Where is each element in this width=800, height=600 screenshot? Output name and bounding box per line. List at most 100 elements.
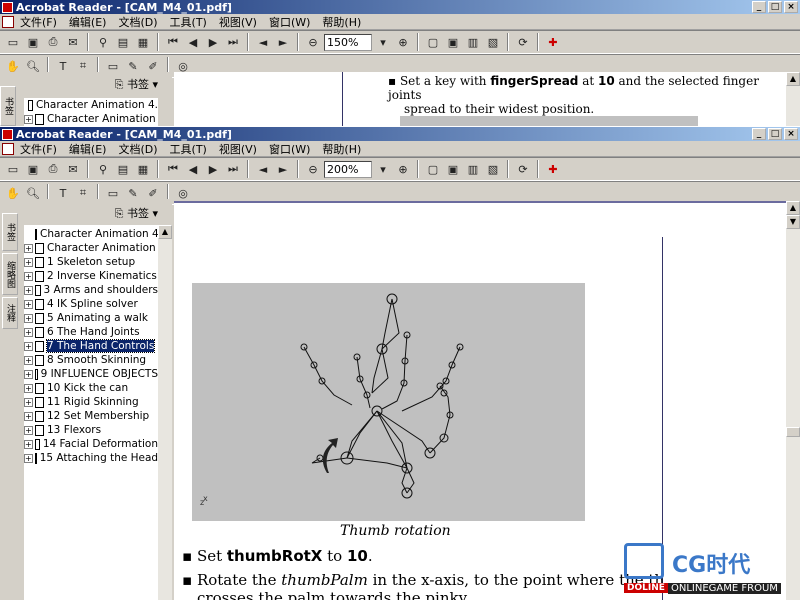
fit-page-icon[interactable]: ▣ [444, 160, 462, 178]
email-icon[interactable]: ✉ [64, 33, 82, 51]
expand-icon[interactable]: + [24, 439, 33, 449]
find-icon[interactable]: ⚲ [94, 33, 112, 51]
tree-item[interactable]: + Character Animation [24, 241, 158, 255]
tree-item[interactable]: +7 The Hand Controls [24, 339, 158, 353]
rotate-icon[interactable]: ⟳ [514, 160, 532, 178]
fit-width-icon[interactable]: ▥ [464, 33, 482, 51]
maximize-button[interactable]: □ [768, 1, 782, 13]
tree-item[interactable]: + Character Animation [24, 112, 158, 126]
bookmarks-options-icon[interactable]: ⎘ [115, 207, 127, 220]
menu-file[interactable]: 文件(F) [20, 14, 57, 30]
stamp-tool-icon[interactable]: ◎ [174, 184, 192, 202]
back-icon[interactable]: ◄ [254, 160, 272, 178]
menu-window[interactable]: 窗口(W) [269, 14, 310, 30]
tree-item[interactable]: +2 Inverse Kinematics [24, 269, 158, 283]
menu-file[interactable]: 文件(F) [20, 141, 57, 157]
expand-icon[interactable]: + [24, 453, 33, 463]
expand-icon[interactable]: + [24, 313, 33, 323]
first-page-icon[interactable]: ⏮ [164, 33, 182, 51]
zoom-field[interactable]: 200% [324, 160, 372, 178]
tree-item[interactable]: +9 INFLUENCE OBJECTS [24, 367, 158, 381]
first-page-icon[interactable]: ⏮ [164, 160, 182, 178]
forward-icon[interactable]: ► [274, 33, 292, 51]
thumbs-icon[interactable]: ▦ [134, 33, 152, 51]
tree-item[interactable]: +13 Flexors [24, 423, 158, 437]
expand-icon[interactable]: + [24, 425, 33, 435]
tree-item[interactable]: +15 Attaching the Head [24, 451, 158, 465]
rotate-icon[interactable]: ⟳ [514, 33, 532, 51]
menu-tools[interactable]: 工具(T) [170, 141, 207, 157]
tree-item[interactable]: Character Animation 4. [24, 227, 162, 241]
tree-item[interactable]: +12 Set Membership [24, 409, 158, 423]
actual-size-icon[interactable]: ▢ [424, 33, 442, 51]
email-icon[interactable]: ✉ [64, 160, 82, 178]
fit-page-icon[interactable]: ▣ [444, 33, 462, 51]
acrobat-help-icon[interactable]: ✚ [544, 33, 562, 51]
prev-page-icon[interactable]: ◀ [184, 160, 202, 178]
prev-page-icon[interactable]: ◀ [184, 33, 202, 51]
menu-edit[interactable]: 编辑(E) [69, 141, 107, 157]
bookmarks-options-icon[interactable]: ⎘ [115, 78, 127, 91]
menu-help[interactable]: 帮助(H) [322, 141, 361, 157]
nav-scrollbar[interactable]: ▲ [158, 225, 172, 600]
vertical-scrollbar[interactable]: ▲ ▼ [786, 201, 800, 600]
bookmarks-header[interactable]: ⎘ 书签 ▾ [115, 76, 158, 92]
scroll-up-icon[interactable]: ▲ [786, 201, 800, 215]
expand-icon[interactable]: + [24, 369, 33, 379]
zoom-dropdown-icon[interactable]: ▾ [374, 33, 392, 51]
close-button[interactable]: × [784, 1, 798, 13]
menu-tools[interactable]: 工具(T) [170, 14, 207, 30]
minimize-button[interactable]: _ [752, 128, 766, 140]
menu-document[interactable]: 文档(D) [118, 141, 157, 157]
expand-icon[interactable]: + [24, 257, 33, 267]
tree-item[interactable]: +6 The Hand Joints [24, 325, 158, 339]
expand-icon[interactable]: + [24, 271, 33, 281]
tree-item[interactable]: +11 Rigid Skinning [24, 395, 158, 409]
maximize-button[interactable]: □ [768, 128, 782, 140]
expand-icon[interactable]: + [24, 355, 33, 365]
tab-bookmarks[interactable]: 书签 [2, 213, 18, 251]
tab-bookmarks[interactable]: 书签 [0, 86, 16, 126]
tree-item[interactable]: +4 IK Spline solver [24, 297, 158, 311]
open-icon[interactable]: ▭ [4, 160, 22, 178]
next-page-icon[interactable]: ▶ [204, 160, 222, 178]
expand-icon[interactable]: + [24, 243, 33, 253]
expand-icon[interactable]: + [24, 285, 33, 295]
menu-view[interactable]: 视图(V) [219, 14, 257, 30]
menu-edit[interactable]: 编辑(E) [69, 14, 107, 30]
zoom-in-icon[interactable]: ⊕ [394, 33, 412, 51]
print-icon[interactable]: ⎙ [44, 33, 62, 51]
tree-item[interactable]: +8 Smooth Skinning [24, 353, 158, 367]
menu-view[interactable]: 视图(V) [219, 141, 257, 157]
last-page-icon[interactable]: ⏭ [224, 33, 242, 51]
tree-item[interactable]: +1 Skeleton setup [24, 255, 158, 269]
menu-document[interactable]: 文档(D) [118, 14, 157, 30]
back-icon[interactable]: ◄ [254, 33, 272, 51]
thumbs-icon[interactable]: ▦ [134, 160, 152, 178]
nav-pane-icon[interactable]: ▤ [114, 33, 132, 51]
reflow-icon[interactable]: ▧ [484, 160, 502, 178]
reflow-icon[interactable]: ▧ [484, 33, 502, 51]
tree-item[interactable]: +10 Kick the can [24, 381, 158, 395]
zoom-dropdown-icon[interactable]: ▾ [374, 160, 392, 178]
bookmarks-header[interactable]: ⎘ 书签 ▾ [115, 205, 158, 221]
zoom-field[interactable]: 150% [324, 33, 372, 51]
tree-item[interactable]: +5 Animating a walk [24, 311, 158, 325]
expand-icon[interactable]: + [24, 341, 33, 351]
scroll-down-icon[interactable]: ▼ [786, 215, 800, 229]
close-button[interactable]: × [784, 128, 798, 140]
zoom-out-icon[interactable]: ⊖ [304, 33, 322, 51]
fit-width-icon[interactable]: ▥ [464, 160, 482, 178]
save-icon[interactable]: ▣ [24, 33, 42, 51]
zoom-in-icon[interactable]: ⊕ [394, 160, 412, 178]
vertical-scrollbar[interactable]: ▲ [786, 72, 800, 128]
expand-icon[interactable]: + [24, 411, 33, 421]
find-icon[interactable]: ⚲ [94, 160, 112, 178]
print-icon[interactable]: ⎙ [44, 160, 62, 178]
expand-icon[interactable]: + [24, 327, 33, 337]
expand-icon[interactable]: + [24, 383, 33, 393]
expand-icon[interactable]: + [24, 397, 33, 407]
open-icon[interactable]: ▭ [4, 33, 22, 51]
scroll-up-icon[interactable]: ▲ [158, 225, 172, 239]
forward-icon[interactable]: ► [274, 160, 292, 178]
